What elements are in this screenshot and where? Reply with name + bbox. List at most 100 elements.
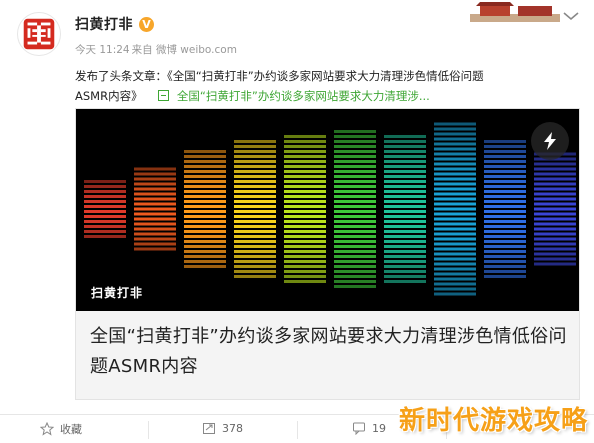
- seal-avatar-icon[interactable]: [17, 12, 61, 56]
- equalizer-bar: [484, 230, 526, 233]
- equalizer-bar: [334, 215, 376, 218]
- equalizer-bar: [484, 215, 526, 218]
- article-card[interactable]: 扫黄打非 全国“扫黄打非”办约谈多家网站要求大力清理涉色情低俗问题ASMR内容: [75, 108, 580, 400]
- equalizer-bar: [384, 155, 426, 158]
- equalizer-bar: [434, 172, 476, 176]
- equalizer-bar: [134, 212, 176, 216]
- equalizer-bar: [534, 202, 576, 206]
- equalizer-bar: [334, 260, 376, 263]
- equalizer-bar: [534, 242, 576, 246]
- post-time: 今天 11:24: [75, 44, 130, 56]
- equalizer-bar: [334, 265, 376, 268]
- repost-button[interactable]: 378: [202, 421, 243, 435]
- article-title[interactable]: 全国“扫黄打非”办约谈多家网站要求大力清理涉色情低俗问题ASMR内容: [90, 322, 568, 382]
- equalizer-bar: [384, 215, 426, 218]
- equalizer-bar: [84, 220, 126, 223]
- equalizer-bar: [184, 235, 226, 238]
- equalizer-bar: [234, 255, 276, 258]
- equalizer-bar: [284, 140, 326, 143]
- equalizer-bar: [434, 227, 476, 231]
- equalizer-bar: [534, 217, 576, 221]
- equalizer-bar: [84, 230, 126, 233]
- equalizer-bar: [184, 170, 226, 173]
- equalizer-bar: [484, 235, 526, 238]
- equalizer-bar: [234, 195, 276, 198]
- equalizer-bar: [334, 140, 376, 143]
- equalizer-bar: [134, 217, 176, 221]
- equalizer-bar: [234, 210, 276, 213]
- equalizer-bar: [434, 202, 476, 206]
- equalizer-bar: [184, 265, 226, 268]
- equalizer-bar: [284, 270, 326, 273]
- equalizer-bar: [284, 165, 326, 168]
- equalizer-bar: [384, 205, 426, 208]
- equalizer-bar: [134, 207, 176, 211]
- equalizer-bar: [284, 215, 326, 218]
- account-name[interactable]: 扫黄打非: [75, 14, 133, 34]
- flash-icon[interactable]: [531, 122, 569, 160]
- equalizer-bar: [484, 255, 526, 258]
- chevron-down-icon[interactable]: [562, 10, 580, 22]
- equalizer-bar: [184, 175, 226, 178]
- equalizer-bar: [484, 160, 526, 163]
- equalizer-bar: [384, 200, 426, 203]
- equalizer-bar: [484, 165, 526, 168]
- equalizer-bar: [234, 225, 276, 228]
- comment-button[interactable]: 19: [352, 421, 386, 435]
- comment-icon: [353, 422, 365, 435]
- article-cover-image[interactable]: 扫黄打非: [76, 109, 579, 311]
- equalizer-bar: [234, 205, 276, 208]
- equalizer-bar: [434, 237, 476, 241]
- equalizer-bar: [534, 177, 576, 181]
- equalizer-bar: [234, 160, 276, 163]
- equalizer-bar: [434, 127, 476, 131]
- equalizer-bar: [484, 275, 526, 278]
- post-meta: 今天 11:24 来自 微博 weibo.com: [75, 42, 239, 57]
- equalizer-bar: [334, 235, 376, 238]
- equalizer-bar: [234, 260, 276, 263]
- equalizer-bar: [484, 270, 526, 273]
- equalizer-bar: [484, 210, 526, 213]
- equalizer-bar: [284, 275, 326, 278]
- equalizer-bar: [184, 220, 226, 223]
- equalizer-bar: [384, 140, 426, 143]
- equalizer-bar: [334, 170, 376, 173]
- equalizer-bar: [384, 190, 426, 193]
- equalizer-bar: [284, 225, 326, 228]
- equalizer-bar: [384, 165, 426, 168]
- equalizer-bar: [334, 160, 376, 163]
- article-link[interactable]: 全国“扫黄打非”办约谈多家网站要求大力清理涉...: [177, 89, 430, 103]
- equalizer-bar: [384, 240, 426, 243]
- equalizer-bar: [84, 185, 126, 188]
- equalizer-bar: [84, 190, 126, 193]
- equalizer-bar: [434, 142, 476, 146]
- equalizer-bar: [434, 197, 476, 201]
- equalizer-bar: [434, 212, 476, 216]
- equalizer-bar: [384, 280, 426, 283]
- equalizer-bar: [284, 235, 326, 238]
- equalizer-bar: [434, 222, 476, 226]
- equalizer-bar: [534, 237, 576, 241]
- post-source[interactable]: 来自 微博 weibo.com: [132, 42, 237, 57]
- post-body: 发布了头条文章：《全国“扫黄打非”办约谈多家网站要求大力清理涉色情低俗问题 AS…: [75, 66, 585, 106]
- equalizer-bar: [184, 205, 226, 208]
- equalizer-bar: [334, 175, 376, 178]
- equalizer-bar: [184, 160, 226, 163]
- equalizer-bar: [484, 195, 526, 198]
- equalizer-bar: [184, 210, 226, 213]
- equalizer-bar: [434, 157, 476, 161]
- equalizer-bar: [234, 145, 276, 148]
- equalizer-bar: [184, 250, 226, 253]
- equalizer-bar: [434, 277, 476, 281]
- equalizer-bar: [384, 195, 426, 198]
- favorite-button[interactable]: 收藏: [40, 421, 82, 437]
- equalizer-bar: [384, 210, 426, 213]
- equalizer-bar: [284, 170, 326, 173]
- equalizer-bar: [234, 275, 276, 278]
- equalizer-bar: [484, 180, 526, 183]
- equalizer-bar: [384, 220, 426, 223]
- equalizer-bar: [534, 232, 576, 236]
- equalizer-bar: [184, 185, 226, 188]
- equalizer-bar: [484, 260, 526, 263]
- equalizer-bar: [134, 227, 176, 231]
